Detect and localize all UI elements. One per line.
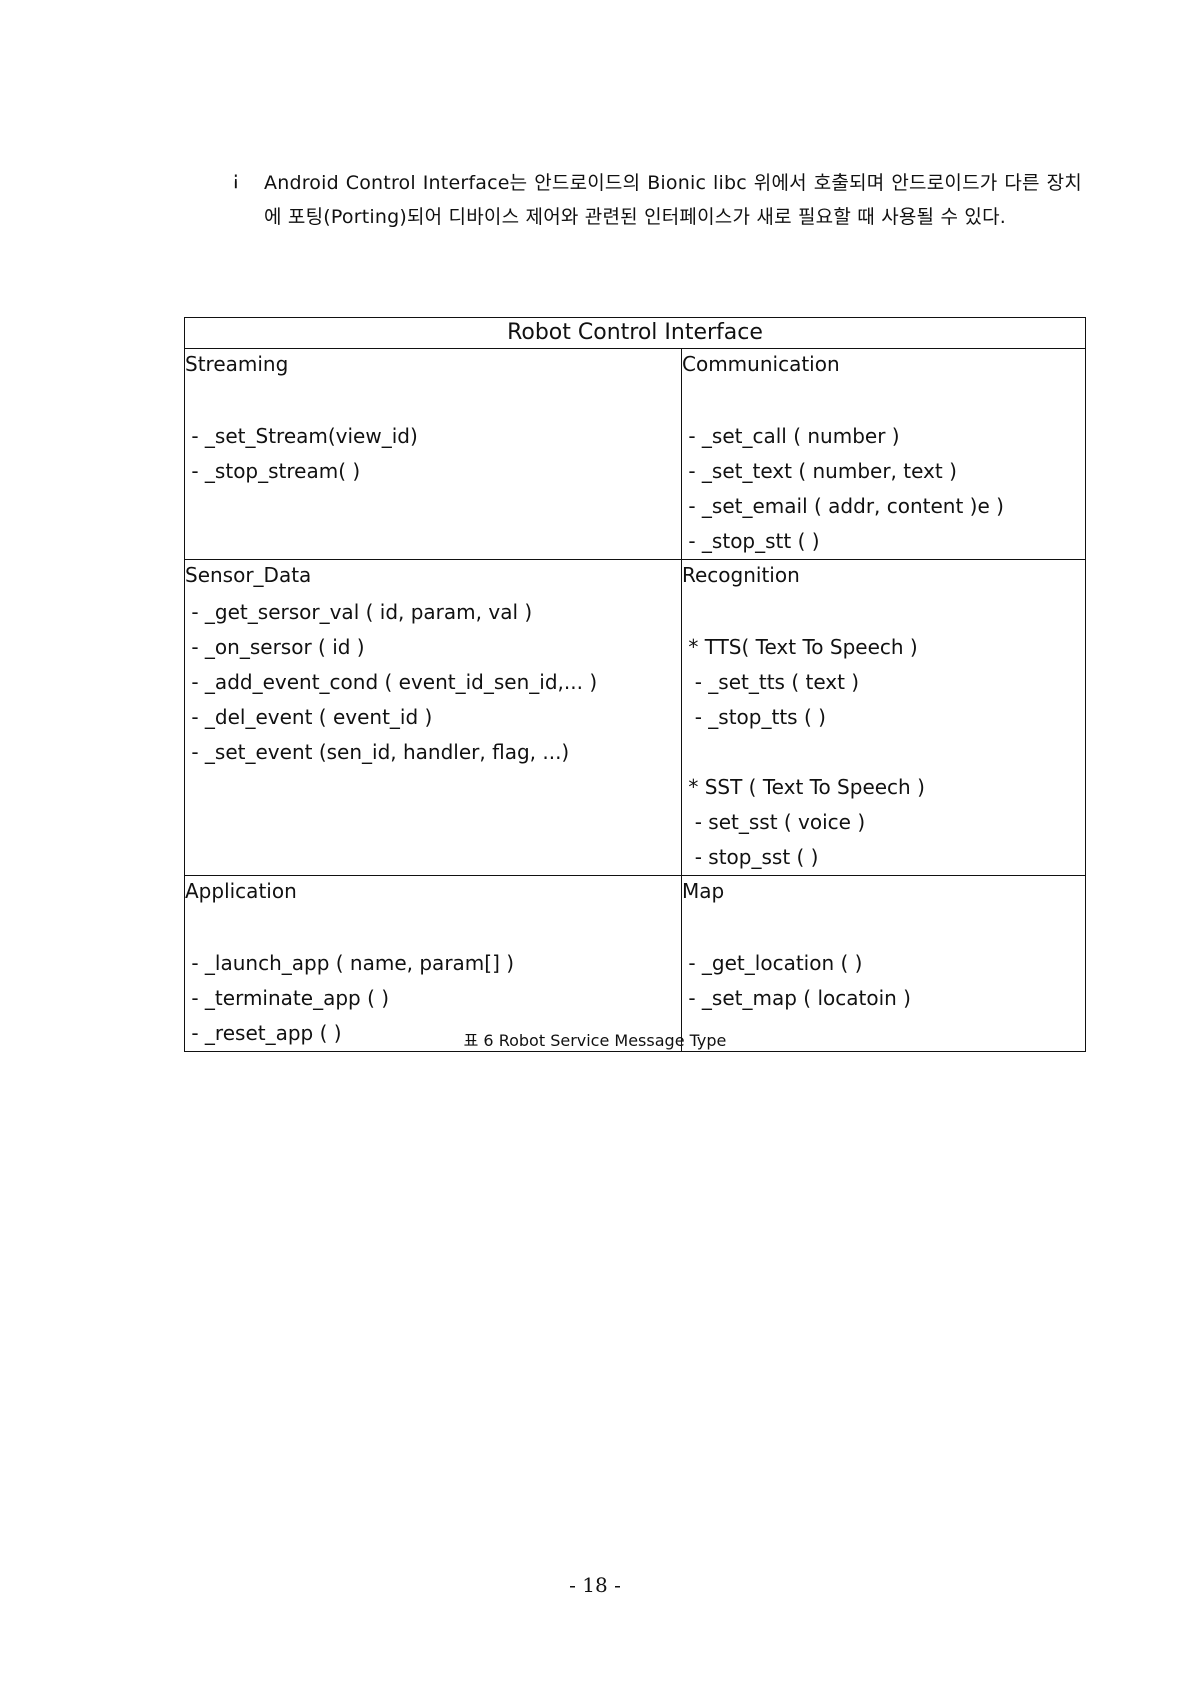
cell-line: - _del_event ( event_id )	[185, 705, 433, 729]
cell-line: - _set_map ( locatoin )	[682, 986, 911, 1010]
cell-line: - _stop_stream( )	[185, 459, 361, 483]
cell-heading: Application	[185, 879, 297, 903]
cell-line: - _get_sersor_val ( id, param, val )	[185, 600, 533, 624]
cell-heading: Map	[682, 879, 725, 903]
cell-line	[682, 911, 1085, 946]
bullet-marker: ¡	[232, 168, 240, 190]
cell-line: - _launch_app ( name, param[] )	[185, 951, 515, 975]
cell-line: - _stop_stt ( )	[682, 529, 820, 553]
cell-line: - _set_Stream(view_id)	[185, 424, 418, 448]
cell-line: - _set_event (sen_id, handler, flag, ...…	[185, 740, 570, 764]
table-row: Streaming - _set_Stream(view_id) - _stop…	[184, 348, 1086, 560]
cell-line: - _terminate_app ( )	[185, 986, 390, 1010]
cell-recognition: Recognition * TTS( Text To Speech ) - _s…	[681, 559, 1086, 876]
cell-heading: Communication	[682, 352, 840, 376]
table-title: Robot Control Interface	[184, 317, 1086, 349]
cell-line	[682, 595, 1085, 630]
cell-line	[682, 735, 1085, 770]
cell-line: - _stop_tts ( )	[682, 705, 826, 729]
cell-line: - _add_event_cond ( event_id_sen_id,... …	[185, 670, 598, 694]
cell-line: - _get_location ( )	[682, 951, 863, 975]
cell-communication: Communication - _set_call ( number ) - _…	[681, 348, 1086, 560]
intro-text: Android Control Interface는 안드로이드의 Bionic…	[264, 172, 1082, 228]
cell-line: - _set_tts ( text )	[682, 670, 860, 694]
table-row: Application - _launch_app ( name, param[…	[184, 875, 1086, 1052]
cell-line: - _on_sersor ( id )	[185, 635, 365, 659]
cell-line	[185, 911, 681, 946]
table-caption: 표 6 Robot Service Message Type	[463, 1031, 727, 1050]
page-number: - 18 -	[569, 1573, 621, 1597]
cell-line	[682, 384, 1085, 419]
cell-heading: Recognition	[682, 563, 800, 587]
cell-line: - _set_call ( number )	[682, 424, 900, 448]
cell-line	[185, 384, 681, 419]
cell-line: - _set_email ( addr, content )e )	[682, 494, 1004, 518]
cell-line: - _set_text ( number, text )	[682, 459, 957, 483]
cell-map: Map - _get_location ( ) - _set_map ( loc…	[681, 875, 1086, 1052]
cell-line: * TTS( Text To Speech )	[682, 635, 918, 659]
cell-line: - stop_sst ( )	[682, 845, 819, 869]
cell-line: - set_sst ( voice )	[682, 810, 866, 834]
robot-control-interface-table: Robot Control Interface Streaming - _set…	[184, 317, 1086, 1052]
intro-paragraph: ¡ Android Control Interface는 안드로이드의 Bion…	[232, 166, 1082, 234]
cell-sensor-data: Sensor_Data - _get_sersor_val ( id, para…	[184, 559, 682, 876]
cell-heading: Sensor_Data	[185, 563, 312, 587]
cell-application: Application - _launch_app ( name, param[…	[184, 875, 682, 1052]
table-row: Sensor_Data - _get_sersor_val ( id, para…	[184, 559, 1086, 876]
cell-streaming: Streaming - _set_Stream(view_id) - _stop…	[184, 348, 682, 560]
cell-line: * SST ( Text To Speech )	[682, 775, 925, 799]
cell-heading: Streaming	[185, 352, 289, 376]
